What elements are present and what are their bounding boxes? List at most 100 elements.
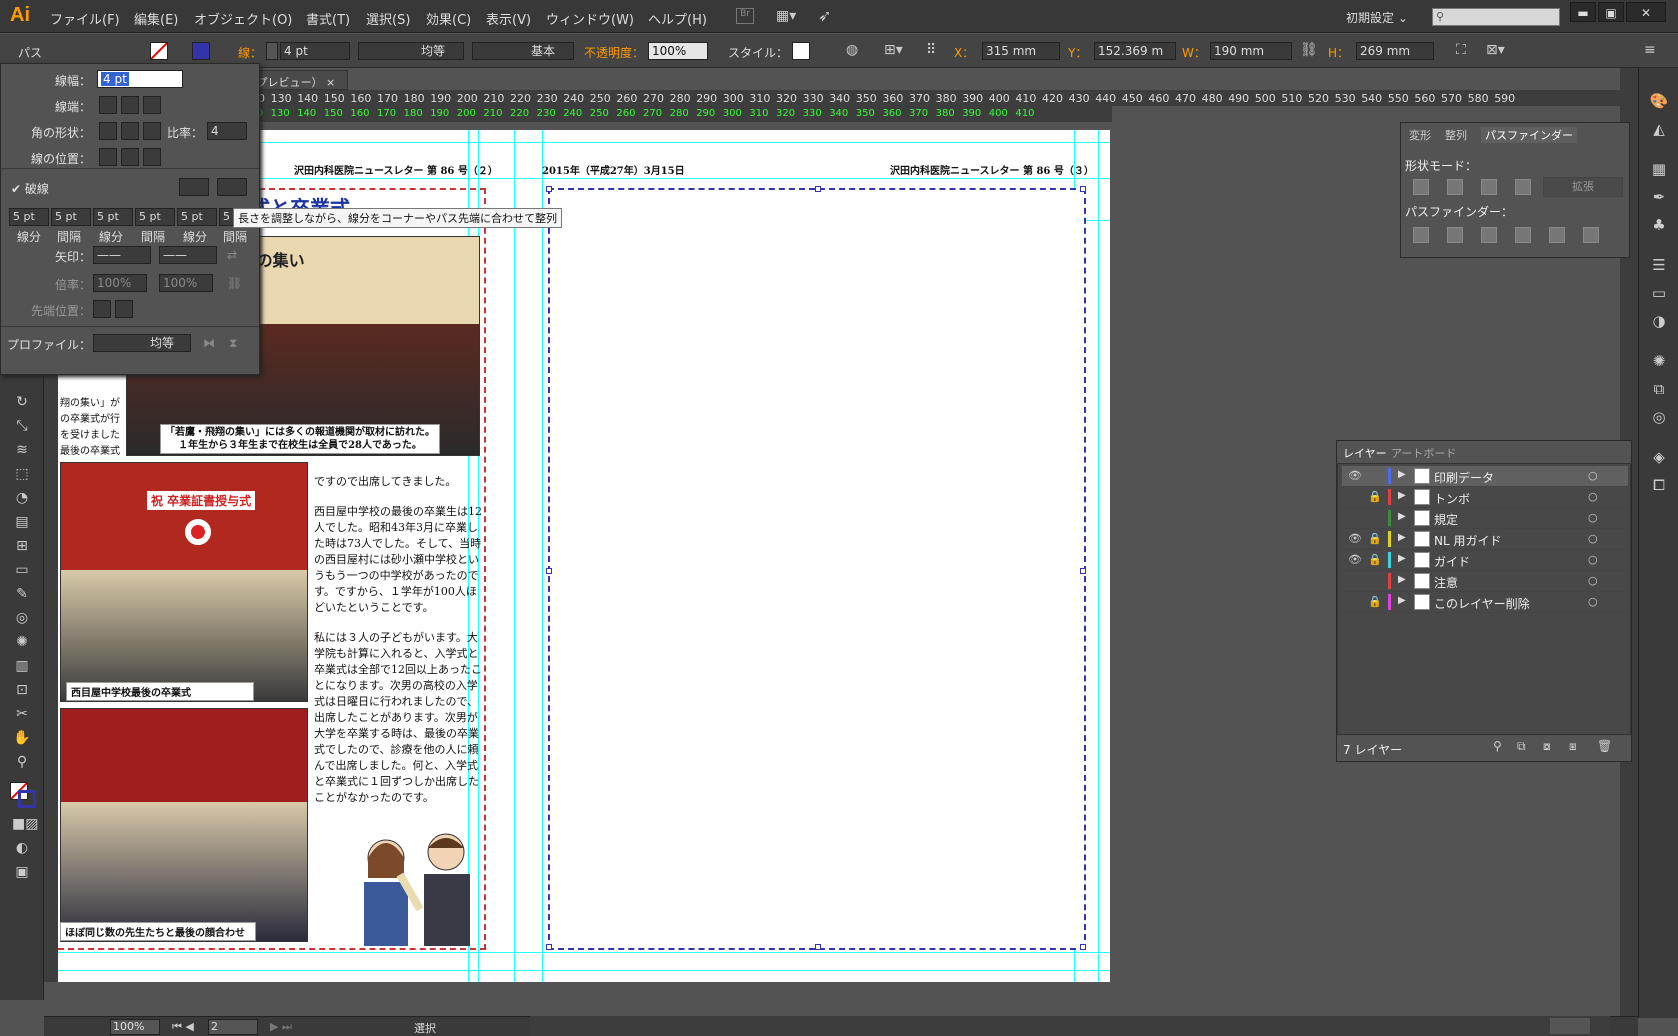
layer-name[interactable]: ガイド [1434,553,1470,570]
brushes-icon[interactable]: ✒ [1649,188,1669,206]
layer-name[interactable]: 規定 [1434,511,1458,528]
lock-icon[interactable]: 🔒 [1368,532,1382,545]
artboard-tool-icon[interactable]: ⊡ [12,682,32,700]
panel-menu-icon[interactable]: ≡ [1644,42,1656,58]
x-field[interactable]: 315 mm [982,42,1060,60]
target-circle-icon[interactable]: ○ [1588,490,1598,503]
maximize-button[interactable]: ▣ [1598,2,1624,22]
align-center-button[interactable] [99,148,117,166]
expand-triangle-icon[interactable]: ▶ [1398,490,1406,501]
draw-mode-icon[interactable]: ◐ [12,840,32,858]
stroke-width-field[interactable]: 4 pt [280,42,350,60]
menu-type[interactable]: 書式(T) [306,9,350,28]
expand-triangle-icon[interactable]: ▶ [1398,511,1406,522]
layer-row[interactable]: 👁 🔒 ▶ ガイド ○ [1342,550,1628,571]
lock-icon[interactable]: 🔒 [1368,490,1382,503]
scale-tool-icon[interactable]: ⤡ [12,418,32,436]
h-field[interactable]: 269 mm [1356,42,1434,60]
target-circle-icon[interactable]: ○ [1588,469,1598,482]
round-cap-button[interactable] [121,96,139,114]
layer-name[interactable]: トンボ [1434,490,1470,507]
arrow-end-select[interactable]: —— [159,246,217,264]
intersect-button[interactable] [1481,179,1497,195]
arrow-start-select[interactable]: —— [93,246,151,264]
round-join-button[interactable] [121,122,139,140]
arrow-tip-extend-button[interactable] [93,300,111,318]
miter-limit-field[interactable]: 4 [207,122,247,140]
isolate-icon[interactable]: ⊠▾ [1486,42,1505,58]
unite-button[interactable] [1413,179,1429,195]
gradient-panel-icon[interactable]: ▭ [1649,284,1669,302]
blend-tool-icon[interactable]: ◎ [12,610,32,628]
color-panel-icon[interactable]: 🎨 [1649,92,1669,110]
expand-triangle-icon[interactable]: ▶ [1398,574,1406,585]
slice-tool-icon[interactable]: ✂ [12,706,32,724]
layer-name[interactable]: 注意 [1434,574,1458,591]
gap-1[interactable]: 5 pt [51,208,91,226]
y-field[interactable]: 152.369 m [1094,42,1176,60]
eyedropper-icon[interactable]: ✎ [12,586,32,604]
swatches-icon[interactable]: ▦ [1649,160,1669,178]
tab-pathfinder[interactable]: パスファインダー [1481,127,1577,143]
projecting-cap-button[interactable] [143,96,161,114]
stroke-color-icon[interactable] [18,790,36,808]
mesh-tool-icon[interactable]: ⊞ [12,538,32,556]
locate-object-icon[interactable]: ⚲ [1493,739,1502,753]
arrow-tip-place-button[interactable] [115,300,133,318]
exclude-button[interactable] [1515,179,1531,195]
target-circle-icon[interactable]: ○ [1588,595,1598,608]
dash-3[interactable]: 5 pt [177,208,217,226]
layer-name[interactable]: NL 用ガイド [1434,532,1501,549]
dash-2[interactable]: 5 pt [93,208,133,226]
menu-window[interactable]: ウィンドウ(W) [546,9,634,28]
minimize-button[interactable]: ▬ [1570,2,1596,22]
free-transform-icon[interactable]: ⬚ [12,466,32,484]
trim-button[interactable] [1447,227,1463,243]
right-page-frame[interactable] [546,186,1086,950]
align-to-icon[interactable]: ⊞▾ [884,42,903,58]
layer-name[interactable]: このレイヤー削除 [1434,595,1530,612]
expand-button[interactable]: 拡張 [1543,177,1623,197]
outline-button[interactable] [1549,227,1565,243]
color-mode-icon[interactable]: ■▨ [12,816,38,834]
next-artboard-icon[interactable]: ▶ ⏭ [270,1020,292,1034]
hand-tool-icon[interactable]: ✋ [12,730,32,748]
layer-row[interactable]: 🔒 ▶ このレイヤー削除 ○ [1342,592,1628,613]
arrow-end-scale[interactable]: 100% [159,274,213,292]
symbol-sprayer-icon[interactable]: ✺ [12,634,32,652]
tab-align[interactable]: 整列 [1445,127,1467,143]
expand-triangle-icon[interactable]: ▶ [1398,469,1406,480]
color-guide-icon[interactable]: ◭ [1649,120,1669,138]
visibility-eye-icon[interactable]: 👁 [1348,469,1362,482]
tab-transform[interactable]: 変形 [1409,127,1431,143]
layer-row[interactable]: ▶ 注意 ○ [1342,571,1628,592]
bevel-join-button[interactable] [143,122,161,140]
first-artboard-icon[interactable]: ⏮ ◀ [172,1020,194,1034]
menu-file[interactable]: ファイル(F) [50,9,120,28]
artboard-number-select[interactable]: 2 [208,1019,258,1035]
recolor-icon[interactable]: ◍ [846,42,858,58]
menu-view[interactable]: 表示(V) [486,9,531,28]
horizontal-scrollbar[interactable] [530,1016,1610,1036]
minus-back-button[interactable] [1583,227,1599,243]
flip-along-icon[interactable]: ⧓ [203,336,215,350]
lock-icon[interactable]: 🔒 [1368,553,1382,566]
target-circle-icon[interactable]: ○ [1588,532,1598,545]
opacity-label[interactable]: 不透明度： [584,44,644,61]
minus-front-button[interactable] [1447,179,1463,195]
brush-definition[interactable]: 基本 [472,42,574,60]
tab-layers[interactable]: レイヤー [1343,445,1387,461]
zoom-select[interactable]: 100% [110,1019,160,1035]
arrow-start-scale[interactable]: 100% [93,274,147,292]
graph-tool-icon[interactable]: ▥ [12,658,32,676]
fill-swatch[interactable] [150,42,168,60]
delete-layer-icon[interactable]: 🗑 [1597,739,1612,753]
bridge-icon[interactable]: Br [736,8,754,24]
target-circle-icon[interactable]: ○ [1588,511,1598,524]
screen-mode-icon[interactable]: ▣ [12,864,32,882]
stroke-width-input[interactable]: 4 pt [97,70,183,88]
divide-button[interactable] [1413,227,1429,243]
layer-name[interactable]: 印刷データ [1434,469,1494,486]
menu-help[interactable]: ヘルプ(H) [648,9,707,28]
layer-row[interactable]: 👁 🔒 ▶ NL 用ガイド ○ [1342,529,1628,550]
